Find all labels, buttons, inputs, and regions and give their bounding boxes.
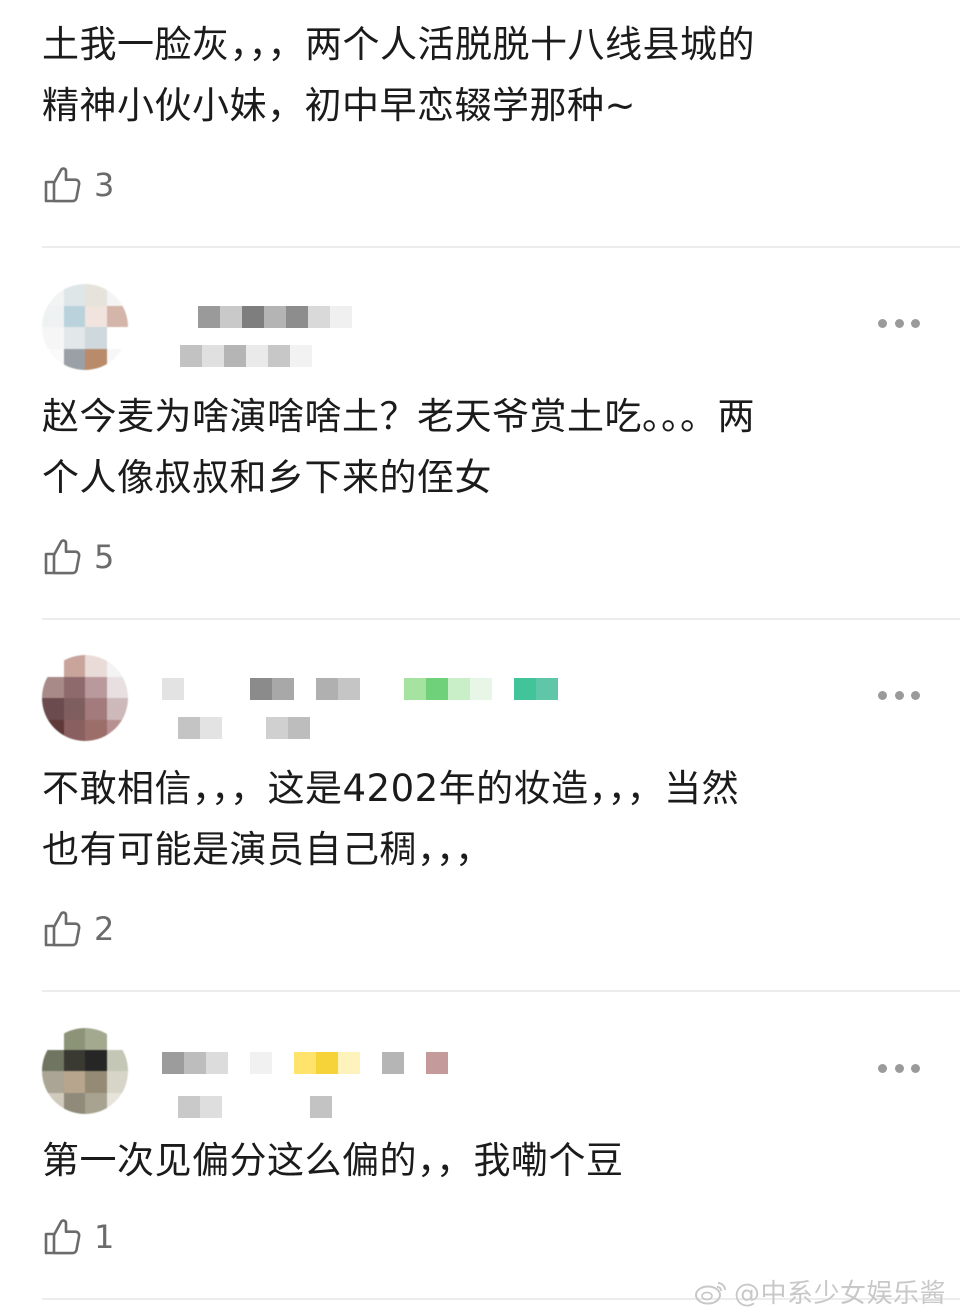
more-dots-icon <box>878 690 887 700</box>
like-button[interactable]: 2 <box>42 907 114 951</box>
username-redacted[interactable] <box>162 1052 448 1074</box>
timestamp-redacted <box>178 1096 332 1118</box>
avatar[interactable] <box>42 1028 128 1114</box>
avatar[interactable] <box>42 284 128 370</box>
watermark-text: @中系少女娱乐酱 <box>733 1279 946 1309</box>
divider <box>42 990 960 992</box>
comment-text: 赵今麦为啥演啥啥土？老天爷赏土吃。。。两 个人像叔叔和乡下来的侄女 <box>42 386 922 508</box>
comment-text: 土我一脸灰，，，两个人活脱脱十八线县城的 精神小伙小妹，初中早恋辍学那种~ <box>42 14 922 136</box>
comment-text-line: 也有可能是演员自己稠，，， <box>42 828 493 871</box>
thumbs-up-icon <box>44 1219 81 1255</box>
like-button[interactable]: 5 <box>42 535 114 579</box>
avatar[interactable] <box>42 655 128 741</box>
more-options-button[interactable] <box>878 313 920 333</box>
thumbs-up-icon <box>44 911 81 947</box>
timestamp-redacted <box>178 717 310 739</box>
like-count: 3 <box>94 166 115 204</box>
comment-text: 不敢相信，，，这是4202年的妆造，，，当然 也有可能是演员自己稠，，， <box>42 758 922 880</box>
thumbs-up-icon <box>44 167 81 203</box>
more-dots-icon <box>878 1063 887 1073</box>
weibo-icon <box>694 1281 726 1304</box>
username-redacted[interactable] <box>162 678 558 700</box>
comment-text-line: 土我一脸灰，，，两个人活脱脱十八线县城的 <box>42 23 755 66</box>
comment-text-line: 不敢相信，，，这是4202年的妆造，，，当然 <box>42 767 740 810</box>
like-count: 5 <box>94 538 115 576</box>
comment-list: 土我一脸灰，，，两个人活脱脱十八线县城的 精神小伙小妹，初中早恋辍学那种~ 3 … <box>0 0 960 1314</box>
like-button[interactable]: 3 <box>42 163 114 207</box>
more-options-button[interactable] <box>878 1058 920 1078</box>
like-count: 1 <box>94 1218 115 1256</box>
comment-text-line: 第一次见偏分这么偏的，，我嘞个豆 <box>42 1139 624 1182</box>
more-dots-icon <box>878 318 887 328</box>
like-count: 2 <box>94 910 115 948</box>
username-redacted[interactable] <box>198 306 352 328</box>
thumbs-up-icon <box>44 539 81 575</box>
comment-text: 第一次见偏分这么偏的，，我嘞个豆 <box>42 1130 922 1191</box>
timestamp-redacted <box>180 345 312 367</box>
comment-text-line: 个人像叔叔和乡下来的侄女 <box>42 456 492 499</box>
watermark: @中系少女娱乐酱 <box>694 1273 946 1310</box>
comment-text-line: 精神小伙小妹，初中早恋辍学那种~ <box>42 84 637 127</box>
divider <box>42 618 960 620</box>
divider <box>42 246 960 248</box>
like-button[interactable]: 1 <box>42 1215 114 1259</box>
more-options-button[interactable] <box>878 685 920 705</box>
comment-text-line: 赵今麦为啥演啥啥土？老天爷赏土吃。。。两 <box>42 395 755 438</box>
